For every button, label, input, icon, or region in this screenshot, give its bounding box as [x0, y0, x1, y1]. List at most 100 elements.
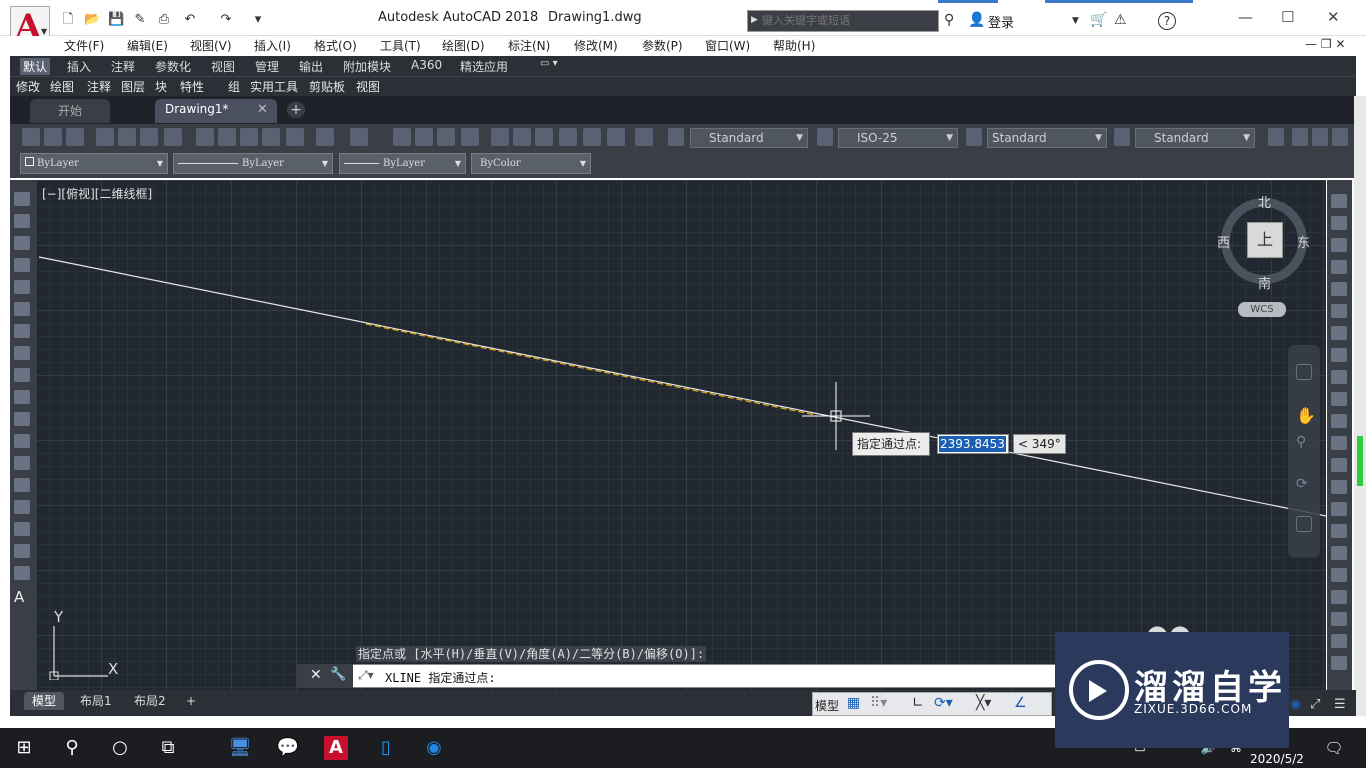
dynamic-input-angle-field[interactable]: < 349°	[1013, 434, 1066, 454]
ribbon-tab-addins[interactable]: 附加模块	[343, 58, 391, 75]
panel-annotate[interactable]: 注释	[87, 78, 111, 95]
ortho-icon[interactable]: ∟	[912, 695, 924, 711]
tab-start[interactable]: 开始	[30, 99, 111, 123]
search-input[interactable]	[762, 13, 932, 29]
isodraft-icon[interactable]: ╳▾	[976, 695, 991, 711]
ribbon-tab-output[interactable]: 输出	[299, 58, 323, 75]
markup-icon[interactable]	[583, 128, 601, 146]
polygon-icon[interactable]	[14, 258, 30, 272]
grid-icon[interactable]: ▦	[847, 695, 860, 711]
paste-icon[interactable]	[240, 128, 258, 146]
chamfer-icon[interactable]	[1331, 480, 1347, 494]
menu-view[interactable]: 视图(V)	[190, 37, 232, 54]
arc-icon[interactable]	[14, 302, 30, 316]
zoom-previous-icon[interactable]	[461, 128, 479, 146]
search-box[interactable]: ▶	[747, 10, 939, 32]
login-dropdown-icon[interactable]: ▼	[1072, 16, 1079, 26]
minimize-icon[interactable]: —	[1238, 8, 1253, 26]
lineweight-select[interactable]: ByLayer ▼	[339, 153, 466, 174]
sheet-set-icon[interactable]	[559, 128, 577, 146]
ribbon-tab-view[interactable]: 视图	[211, 58, 235, 75]
windows-start-icon[interactable]: ⊞	[12, 736, 36, 760]
taskbar-date[interactable]: 2020/5/2	[1250, 752, 1304, 766]
scrollbar-thumb[interactable]	[1357, 436, 1363, 486]
ribbon-tab-parametric[interactable]: 参数化	[155, 58, 191, 75]
recent-commands-icon[interactable]: ⤢▾	[358, 668, 374, 683]
construction-line-icon[interactable]	[14, 214, 30, 228]
plot-preview-icon[interactable]	[118, 128, 136, 146]
tab-layout1[interactable]: 布局1	[72, 692, 120, 710]
customize-wrench-icon[interactable]: 🔧	[330, 667, 346, 682]
steering-wheel-icon[interactable]	[1296, 364, 1312, 380]
undo-icon[interactable]	[316, 128, 334, 146]
vertical-scrollbar[interactable]	[1354, 96, 1366, 716]
wcs-menu[interactable]: WCS	[1238, 302, 1286, 317]
command-input[interactable]: XLINE 指定通过点:	[385, 669, 496, 686]
publish-icon[interactable]	[140, 128, 158, 146]
hatch-icon[interactable]	[14, 500, 30, 514]
explode-icon[interactable]	[1331, 546, 1347, 560]
ribbon-tab-manage[interactable]: 管理	[255, 58, 279, 75]
cart-icon[interactable]: 🛒	[1090, 12, 1107, 28]
join-icon[interactable]	[1331, 458, 1347, 472]
layer-color-select[interactable]: ByLayer ▼	[20, 153, 168, 174]
plotstyle-select[interactable]: ByColor ▼	[471, 153, 591, 174]
close-command-icon[interactable]: ✕	[310, 667, 322, 683]
polar-tracking-icon[interactable]: ⟳▾	[934, 695, 953, 711]
close-icon[interactable]: ✕	[1327, 8, 1340, 26]
multiline-text-icon[interactable]: A	[14, 588, 24, 606]
panel-utilities[interactable]: 实用工具	[250, 78, 298, 95]
print-icon[interactable]	[96, 128, 114, 146]
ribbon-toggle-icon[interactable]: ▭ ▾	[540, 58, 558, 69]
properties-icon[interactable]	[491, 128, 509, 146]
redo-icon[interactable]	[350, 128, 368, 146]
extend-icon[interactable]	[1331, 414, 1347, 428]
table-style-icon[interactable]	[966, 128, 982, 146]
phone-app-icon[interactable]: ▯	[374, 736, 398, 760]
showmotion-icon[interactable]	[1296, 516, 1312, 532]
expand-arrow-icon[interactable]: ▶	[751, 15, 758, 25]
circle-icon[interactable]	[14, 324, 30, 338]
layer-state-icon[interactable]	[1268, 128, 1284, 146]
pan-icon[interactable]	[393, 128, 411, 146]
draworder-icon[interactable]	[1331, 568, 1347, 582]
save-icon[interactable]	[66, 128, 84, 146]
menu-parametric[interactable]: 参数(P)	[642, 37, 683, 54]
ribbon-tab-home[interactable]: 默认	[20, 58, 51, 75]
compass-south[interactable]: 南	[1258, 273, 1271, 292]
text-front-icon[interactable]	[1331, 634, 1347, 648]
fillet-icon[interactable]	[1331, 502, 1347, 516]
polyline-icon[interactable]	[14, 236, 30, 250]
stretch-icon[interactable]	[1331, 370, 1347, 384]
cut-icon[interactable]	[196, 128, 214, 146]
notification-icon[interactable]: 🗨	[1322, 736, 1346, 760]
autodesk-app-icon[interactable]: ⚠	[1114, 12, 1127, 28]
model-space-button[interactable]: 模型	[815, 697, 839, 714]
revision-cloud-icon[interactable]	[14, 346, 30, 360]
viewcube-top-face[interactable]: 上	[1247, 222, 1283, 258]
add-layout-icon[interactable]: +	[178, 692, 204, 710]
lightbulb-icon[interactable]	[1292, 128, 1308, 146]
drawing-canvas[interactable]: [−][俯视][二维线框] 上 北 南 东 西 WCS ✋ ⚲ ⟳ 指定通过点:…	[36, 180, 1326, 690]
region-icon[interactable]	[14, 544, 30, 558]
table-style-select[interactable]: Standard ▼	[987, 128, 1107, 148]
match-properties-icon[interactable]	[262, 128, 280, 146]
design-center-icon[interactable]	[513, 128, 531, 146]
make-block-icon[interactable]	[14, 456, 30, 470]
spline-icon[interactable]	[14, 368, 30, 382]
cortana-icon[interactable]: ○	[108, 736, 132, 760]
copy-icon[interactable]	[218, 128, 236, 146]
compass-north[interactable]: 北	[1258, 192, 1271, 211]
tool-palettes-icon[interactable]	[535, 128, 553, 146]
panel-modify[interactable]: 修改	[16, 78, 40, 95]
login-button[interactable]: 登录	[988, 12, 1014, 31]
wechat-icon[interactable]: 💬	[276, 736, 300, 760]
bring-front-icon[interactable]	[1331, 590, 1347, 604]
mleader-style-select[interactable]: Standard ▼	[1135, 128, 1255, 148]
hatch-back-icon[interactable]	[1331, 656, 1347, 670]
linetype-select[interactable]: ByLayer ▼	[173, 153, 333, 174]
lock-icon[interactable]	[1332, 128, 1348, 146]
compass-east[interactable]: 东	[1297, 232, 1310, 251]
zoom-extents-icon[interactable]: ⚲	[1296, 434, 1312, 450]
autocad-taskbar-icon[interactable]: A	[324, 736, 348, 760]
